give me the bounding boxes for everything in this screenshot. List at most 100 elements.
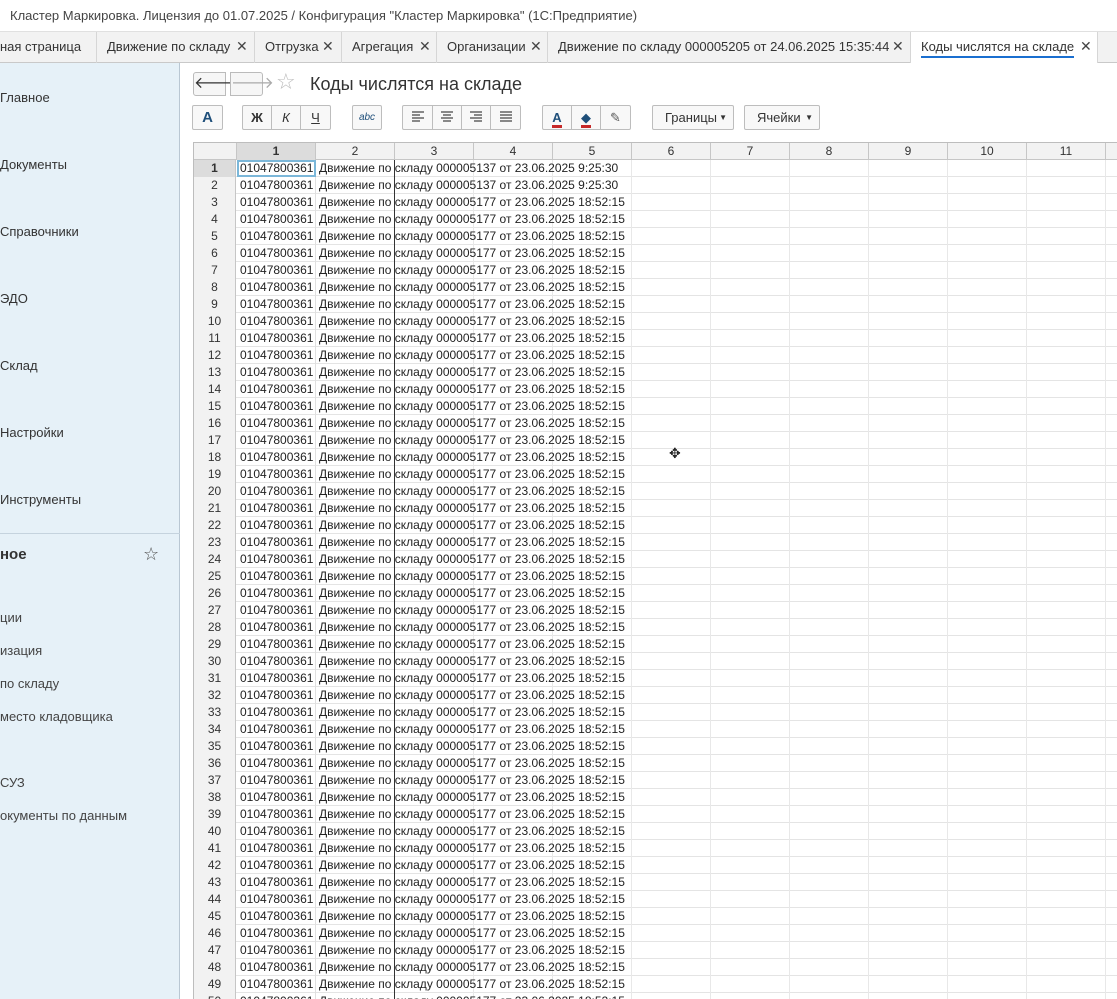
column-header[interactable]: 11 [1027,143,1106,160]
grid-cell[interactable] [869,568,948,585]
favorite-item[interactable]: ции [0,610,22,625]
row-number[interactable]: 3 [194,194,236,211]
grid-cell[interactable] [948,755,1027,772]
grid-cell[interactable] [1027,194,1106,211]
grid-cell[interactable] [869,789,948,806]
document-cell[interactable]: Движение по складу 000005177 от 23.06.20… [317,976,717,993]
row-number[interactable]: 11 [194,330,236,347]
code-cell[interactable]: 01047800361 [237,381,316,398]
column-header[interactable]: 1 [237,143,316,160]
document-cell[interactable]: Движение по складу 000005177 от 23.06.20… [317,228,717,245]
grid-cell[interactable] [948,364,1027,381]
grid-cell[interactable] [948,415,1027,432]
grid-cell[interactable] [948,976,1027,993]
grid-cell[interactable] [711,670,790,687]
grid-cell[interactable] [1027,619,1106,636]
column-header[interactable]: 8 [790,143,869,160]
grid-cell[interactable] [790,568,869,585]
row-number[interactable]: 29 [194,636,236,653]
grid-cell[interactable] [711,874,790,891]
grid-cell[interactable] [948,721,1027,738]
grid-cell[interactable] [869,296,948,313]
grid-cell[interactable] [948,738,1027,755]
row-number[interactable]: 1 [194,160,236,177]
grid-cell[interactable] [711,687,790,704]
grid-cell[interactable] [790,262,869,279]
grid-cell[interactable] [711,755,790,772]
align-justify-button[interactable] [490,105,521,130]
grid-cell[interactable] [869,908,948,925]
grid-cell[interactable] [869,976,948,993]
code-cell[interactable]: 01047800361 [237,959,316,976]
row-number[interactable]: 17 [194,432,236,449]
grid-cell[interactable] [948,704,1027,721]
document-cell[interactable]: Движение по складу 000005177 от 23.06.20… [317,381,717,398]
grid-cell[interactable] [790,330,869,347]
grid-cell[interactable] [1027,908,1106,925]
row-number[interactable]: 30 [194,653,236,670]
grid-cell[interactable] [948,466,1027,483]
document-cell[interactable]: Движение по складу 000005177 от 23.06.20… [317,721,717,738]
grid-cell[interactable] [711,534,790,551]
grid-cell[interactable] [948,942,1027,959]
code-cell[interactable]: 01047800361 [237,160,316,177]
document-cell[interactable]: Движение по складу 000005177 от 23.06.20… [317,483,717,500]
grid-cell[interactable] [1027,670,1106,687]
code-cell[interactable]: 01047800361 [237,568,316,585]
grid-cell[interactable] [790,806,869,823]
row-number[interactable]: 15 [194,398,236,415]
row-number[interactable]: 26 [194,585,236,602]
grid-cell[interactable] [790,296,869,313]
grid-cell[interactable] [948,908,1027,925]
grid-cell[interactable] [711,432,790,449]
document-cell[interactable]: Движение по складу 000005177 от 23.06.20… [317,568,717,585]
grid-cell[interactable] [948,296,1027,313]
grid-cell[interactable] [790,228,869,245]
grid-cell[interactable] [711,772,790,789]
grid-cell[interactable] [1027,704,1106,721]
close-icon[interactable]: ✕ [419,38,431,55]
grid-cell[interactable] [948,670,1027,687]
grid-cell[interactable] [1027,211,1106,228]
column-header[interactable]: 4 [474,143,553,160]
document-cell[interactable]: Движение по складу 000005177 от 23.06.20… [317,704,717,721]
grid-cell[interactable] [790,483,869,500]
row-number[interactable]: 20 [194,483,236,500]
row-number[interactable]: 27 [194,602,236,619]
code-cell[interactable]: 01047800361 [237,364,316,381]
grid-cell[interactable] [869,738,948,755]
code-cell[interactable]: 01047800361 [237,840,316,857]
grid-cell[interactable] [790,160,869,177]
document-cell[interactable]: Движение по складу 000005177 от 23.06.20… [317,500,717,517]
row-number[interactable]: 4 [194,211,236,228]
grid-cell[interactable] [1027,330,1106,347]
code-cell[interactable]: 01047800361 [237,789,316,806]
document-cell[interactable]: Движение по складу 000005177 от 23.06.20… [317,517,717,534]
favorite-item[interactable]: по складу [0,676,59,691]
grid-cell[interactable] [948,449,1027,466]
grid-cell[interactable] [711,245,790,262]
favorite-item[interactable]: СУЗ [0,775,25,790]
grid-cell[interactable] [790,517,869,534]
document-cell[interactable]: Движение по складу 000005177 от 23.06.20… [317,772,717,789]
grid-cell[interactable] [1027,347,1106,364]
row-number[interactable]: 2 [194,177,236,194]
document-cell[interactable]: Движение по складу 000005177 от 23.06.20… [317,296,717,313]
grid-cell[interactable] [790,891,869,908]
grid-cell[interactable] [1027,177,1106,194]
grid-cell[interactable] [869,177,948,194]
code-cell[interactable]: 01047800361 [237,500,316,517]
grid-cell[interactable] [1027,415,1106,432]
sidebar-section-edo[interactable]: ЭДО [0,291,28,306]
row-number[interactable]: 9 [194,296,236,313]
grid-cell[interactable] [1027,313,1106,330]
document-cell[interactable]: Движение по складу 000005177 от 23.06.20… [317,908,717,925]
grid-cell[interactable] [711,840,790,857]
grid-cell[interactable] [711,228,790,245]
document-cell[interactable]: Движение по складу 000005177 от 23.06.20… [317,398,717,415]
code-cell[interactable]: 01047800361 [237,483,316,500]
grid-cell[interactable] [869,687,948,704]
grid-cell[interactable] [869,704,948,721]
document-cell[interactable]: Движение по складу 000005177 от 23.06.20… [317,194,717,211]
code-cell[interactable]: 01047800361 [237,177,316,194]
